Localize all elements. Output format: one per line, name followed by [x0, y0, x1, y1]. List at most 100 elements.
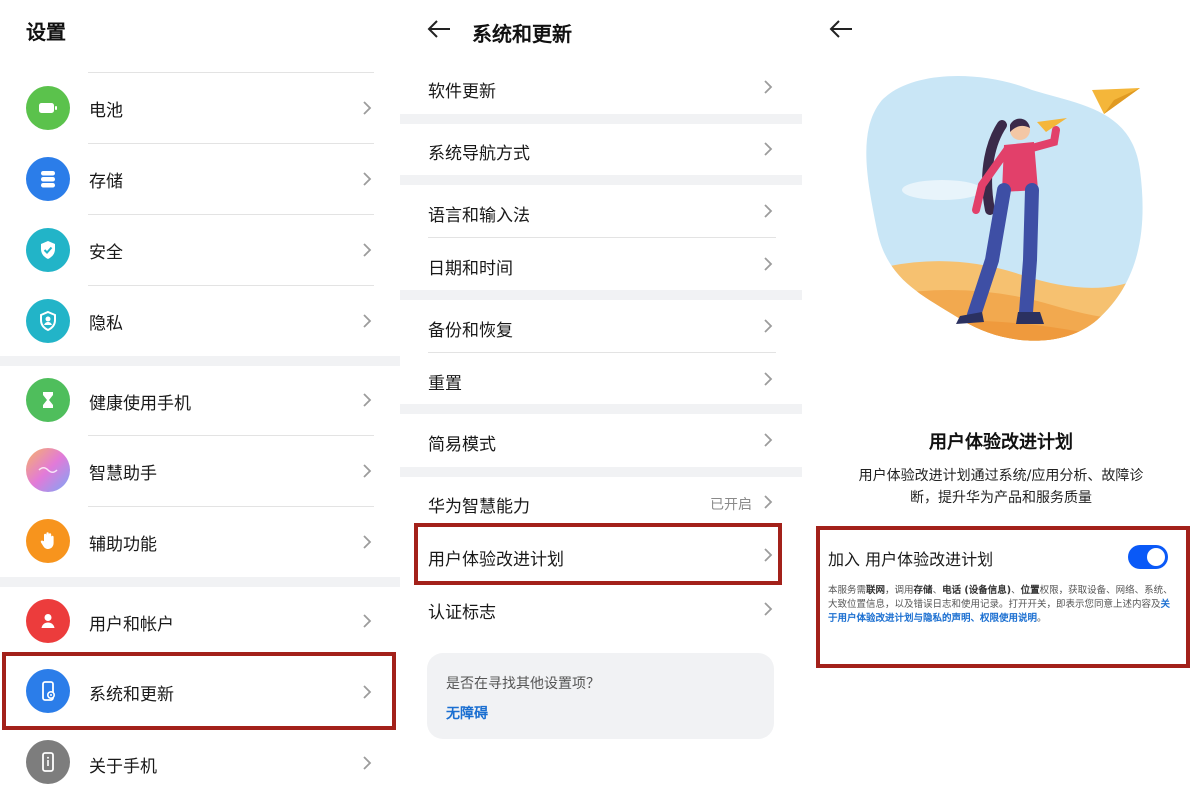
chevron-right-icon — [357, 753, 377, 773]
fine-print-text: 本服务需 — [828, 585, 867, 596]
settings-item-accessibility[interactable]: 辅助功能 — [0, 506, 400, 577]
menu-item-reset[interactable]: 重置 — [400, 353, 802, 404]
menu-item-label: 日期和时间 — [428, 259, 513, 279]
suggestion-question: 是否在寻找其他设置项？ — [446, 676, 600, 692]
fine-print-bold: 位置 — [1020, 585, 1040, 596]
fine-print: 本服务需联网，调用存储、电话 (设备信息)、位置权限，获取设备、网络、系统、大致… — [828, 584, 1176, 626]
chevron-right-icon — [758, 77, 778, 97]
settings-item-label: 辅助功能 — [89, 535, 157, 555]
settings-item-security[interactable]: 安全 — [0, 214, 400, 285]
settings-item-about-phone[interactable]: 关于手机 — [0, 730, 400, 794]
program-description-line2: 断，提升华为产品和服务质量 — [910, 490, 1092, 506]
page-title: 设置 — [26, 20, 66, 44]
settings-item-label: 存储 — [89, 172, 123, 192]
chevron-right-icon — [357, 240, 377, 260]
menu-item-label: 华为智慧能力 — [428, 497, 530, 517]
chevron-right-icon — [357, 532, 377, 552]
chevron-right-icon — [758, 369, 778, 389]
back-arrow-icon[interactable] — [828, 18, 854, 44]
menu-item-label: 备份和恢复 — [428, 321, 513, 341]
phone-info-icon — [26, 740, 70, 784]
status-value: 已开启 — [710, 497, 752, 513]
section-gap — [400, 290, 802, 300]
chevron-right-icon — [758, 430, 778, 450]
settings-item-label: 健康使用手机 — [89, 394, 191, 414]
settings-item-battery[interactable]: 电池 — [0, 72, 400, 143]
chevron-right-icon — [758, 316, 778, 336]
toggle-label: 加入 用户体验改进计划 — [828, 550, 994, 569]
assistant-icon — [26, 448, 70, 492]
menu-item-huawei-intelligence[interactable]: 华为智慧能力 已开启 — [400, 477, 802, 527]
section-gap — [0, 356, 400, 366]
settings-item-digital-balance[interactable]: 健康使用手机 — [0, 366, 400, 435]
menu-item-label: 认证标志 — [428, 603, 496, 623]
settings-item-privacy[interactable]: 隐私 — [0, 285, 400, 356]
settings-item-assistant[interactable]: 智慧助手 — [0, 435, 400, 506]
privacy-icon — [26, 299, 70, 343]
program-heading: 用户体验改进计划 — [929, 432, 1073, 453]
chevron-right-icon — [357, 169, 377, 189]
fine-print-text: 、 — [932, 585, 943, 596]
fine-print-text: 、 — [1011, 585, 1021, 596]
chevron-right-icon — [758, 254, 778, 274]
section-gap — [400, 467, 802, 477]
chevron-right-icon — [758, 201, 778, 221]
settings-item-label: 安全 — [89, 243, 123, 263]
hourglass-icon — [26, 378, 70, 422]
toggle-knob — [1147, 548, 1165, 566]
chevron-right-icon — [357, 311, 377, 331]
search-suggestion-card: 是否在寻找其他设置项？ 无障碍 — [427, 653, 774, 739]
hero-illustration — [842, 50, 1162, 360]
menu-item-label: 语言和输入法 — [428, 206, 530, 226]
accessibility-link[interactable]: 无障碍 — [446, 703, 488, 723]
chevron-right-icon — [357, 390, 377, 410]
menu-item-navigation[interactable]: 系统导航方式 — [400, 124, 802, 175]
menu-item-language-input[interactable]: 语言和输入法 — [400, 185, 802, 237]
chevron-right-icon — [758, 492, 778, 512]
settings-panel: 设置 电池 存储 安全 隐私 健康使用手机 智慧助手 辅助功能 用户和帐户 系统… — [0, 0, 400, 794]
settings-item-users[interactable]: 用户和帐户 — [0, 587, 400, 655]
settings-item-label: 电池 — [89, 101, 123, 121]
fine-print-bold: 存储 — [913, 585, 933, 596]
section-gap — [400, 114, 802, 124]
join-program-toggle[interactable] — [1128, 545, 1168, 569]
menu-item-label: 系统导航方式 — [428, 144, 530, 164]
settings-item-label: 隐私 — [89, 314, 123, 334]
chevron-right-icon — [357, 611, 377, 631]
fine-print-text: 。 — [1037, 613, 1047, 624]
program-description-line1: 用户体验改进计划通过系统/应用分析、故障诊 — [858, 468, 1144, 484]
chevron-right-icon — [758, 139, 778, 159]
menu-item-label: 重置 — [428, 374, 462, 394]
user-experience-panel: 用户体验改进计划 用户体验改进计划通过系统/应用分析、故障诊 断，提升华为产品和… — [802, 0, 1200, 794]
battery-icon — [26, 86, 70, 130]
shield-check-icon — [26, 228, 70, 272]
highlight-box — [2, 652, 396, 730]
highlight-box — [414, 523, 782, 585]
section-gap — [0, 577, 400, 587]
menu-item-software-update[interactable]: 软件更新 — [400, 60, 802, 114]
fine-print-text: ，调用 — [885, 585, 914, 596]
user-icon — [26, 599, 70, 643]
menu-item-label: 软件更新 — [428, 82, 496, 102]
fine-print-bold: 电话 (设备信息) — [942, 585, 1012, 596]
fine-print-bold: 联网 — [866, 585, 886, 596]
chevron-right-icon — [357, 461, 377, 481]
back-arrow-icon[interactable] — [426, 18, 452, 44]
page-title: 系统和更新 — [472, 22, 572, 46]
menu-item-backup-restore[interactable]: 备份和恢复 — [400, 300, 802, 352]
settings-item-label: 用户和帐户 — [89, 615, 174, 635]
menu-item-simple-mode[interactable]: 简易模式 — [400, 414, 802, 467]
chevron-right-icon — [357, 98, 377, 118]
settings-item-label: 智慧助手 — [89, 464, 157, 484]
settings-item-label: 关于手机 — [89, 757, 157, 777]
hand-icon — [26, 519, 70, 563]
storage-icon — [26, 157, 70, 201]
menu-item-date-time[interactable]: 日期和时间 — [400, 238, 802, 290]
menu-item-label: 简易模式 — [428, 435, 496, 455]
section-gap — [400, 404, 802, 414]
menu-item-certification[interactable]: 认证标志 — [400, 585, 802, 635]
system-update-panel: 系统和更新 软件更新 系统导航方式 语言和输入法 日期和时间 备份和恢复 重置 … — [400, 0, 802, 794]
settings-item-storage[interactable]: 存储 — [0, 143, 400, 214]
section-gap — [400, 175, 802, 185]
chevron-right-icon — [758, 599, 778, 619]
